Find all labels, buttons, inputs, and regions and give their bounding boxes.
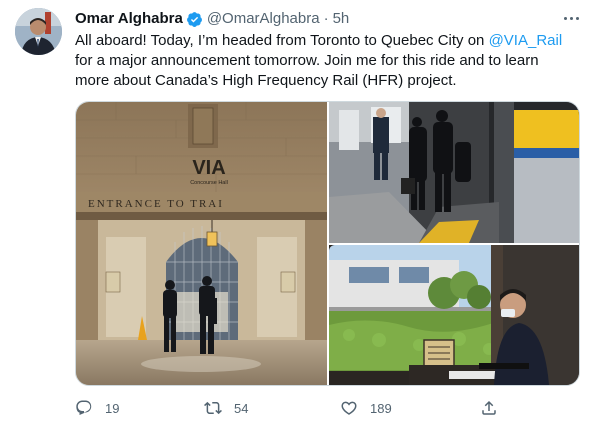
tweet-text-part1: All aboard! Today, I’m headed from Toron… — [75, 32, 489, 49]
heart-icon — [341, 401, 357, 415]
like-button[interactable]: 189 — [340, 396, 392, 420]
reply-count: 19 — [105, 400, 120, 416]
more-dot — [563, 16, 567, 20]
tweet-actions: 19 54 189 — [75, 396, 505, 420]
via-sign: VIA — [192, 157, 225, 179]
via-sign-subtitle: Concourse Hall — [190, 180, 228, 186]
photo-concourse[interactable]: VIA Concourse Hall ENTRANCE TO TRAI — [76, 102, 327, 385]
reply-icon — [76, 400, 92, 416]
mention-link[interactable]: @VIA_Rail — [489, 32, 563, 49]
media-grid: VIA Concourse Hall ENTRANCE TO TRAI — [75, 101, 580, 386]
tweet-timestamp[interactable]: 5h — [333, 9, 350, 29]
share-button[interactable] — [480, 396, 498, 420]
like-count: 189 — [370, 400, 392, 416]
author-name[interactable]: Omar Alghabra — [75, 9, 183, 29]
avatar[interactable] — [15, 8, 62, 55]
retweet-icon — [204, 401, 222, 415]
photo-train-window[interactable] — [329, 245, 579, 385]
separator-dot: · — [323, 10, 329, 27]
retweet-button[interactable]: 54 — [204, 396, 248, 420]
verified-badge-icon — [186, 11, 202, 27]
tweet-text-part2: for a major announcement tomorrow. Join … — [75, 52, 539, 89]
retweet-count: 54 — [234, 400, 249, 416]
avatar-image — [15, 8, 62, 55]
reply-button[interactable]: 19 — [75, 396, 119, 420]
share-icon — [482, 400, 496, 415]
author-handle[interactable]: @OmarAlghabra — [207, 9, 320, 29]
photo-boarding-train[interactable] — [329, 102, 579, 243]
tweet[interactable]: Omar Alghabra @OmarAlghabra · 5h All abo… — [0, 0, 590, 431]
tweet-header: Omar Alghabra @OmarAlghabra · 5h — [75, 9, 349, 29]
more-options-button[interactable] — [560, 9, 582, 27]
more-dot — [569, 16, 573, 20]
entrance-frieze: ENTRANCE TO TRAI — [88, 198, 224, 210]
more-dot — [575, 16, 579, 20]
tweet-text: All aboard! Today, I’m headed from Toron… — [75, 31, 575, 91]
